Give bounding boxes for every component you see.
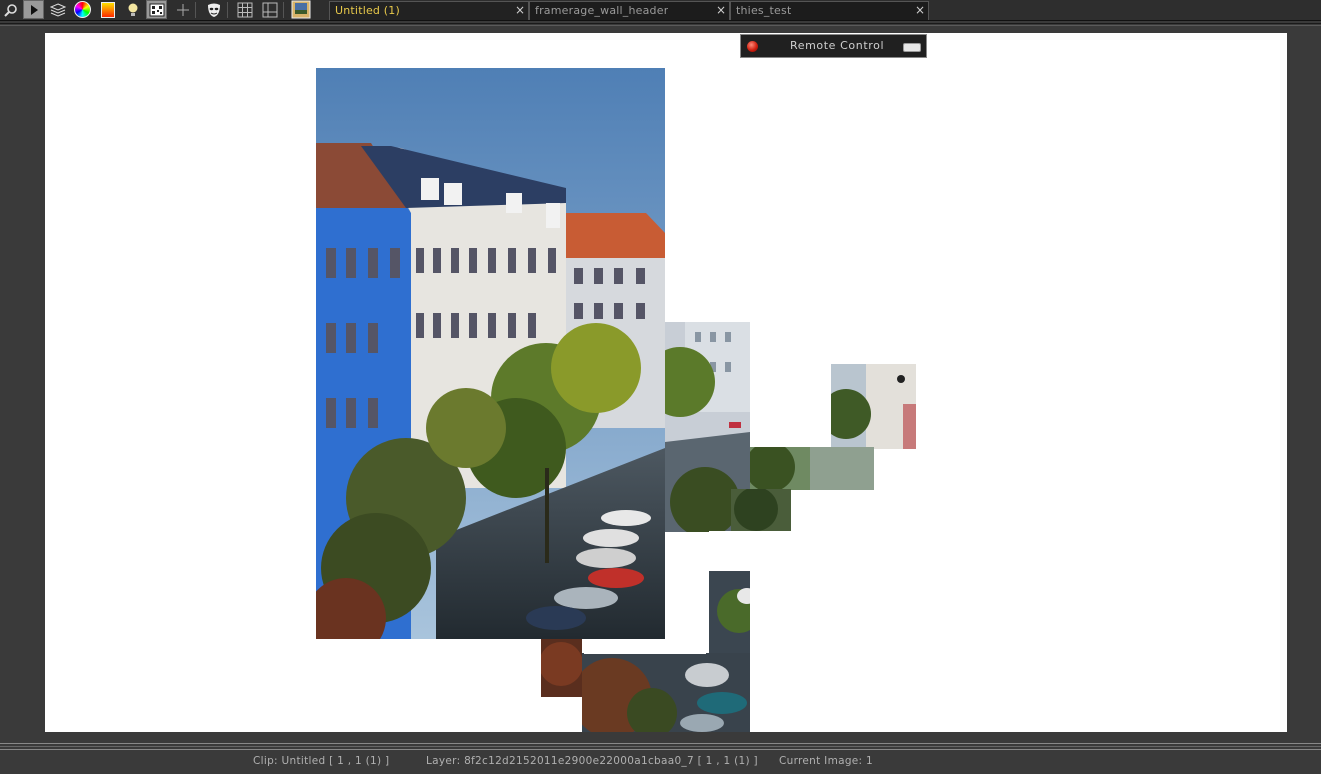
status-separator bbox=[0, 741, 1321, 753]
move-arrows-icon[interactable] bbox=[172, 0, 193, 19]
minimize-button[interactable] bbox=[903, 43, 921, 52]
canvas-gap bbox=[584, 639, 706, 654]
tab-untitled[interactable]: Untitled (1) × bbox=[329, 1, 529, 20]
color-wheel-icon[interactable] bbox=[72, 0, 93, 19]
qr-code-icon[interactable] bbox=[146, 0, 167, 19]
canvas-gap bbox=[541, 697, 582, 732]
status-led-icon bbox=[747, 41, 758, 52]
layers-stack-icon[interactable] bbox=[47, 0, 68, 19]
mask-face-icon[interactable] bbox=[203, 0, 224, 19]
tab-label: Untitled (1) bbox=[335, 4, 400, 17]
photo-piece-strip[interactable] bbox=[750, 447, 874, 490]
close-icon[interactable]: × bbox=[716, 2, 726, 19]
toolbar: Untitled (1) × framerage_wall_header × t… bbox=[0, 0, 1321, 21]
pointer-arrow-icon[interactable] bbox=[23, 0, 44, 19]
photo-piece-bottom-left[interactable] bbox=[541, 639, 582, 697]
toolbar-divider bbox=[195, 2, 196, 18]
close-icon[interactable]: × bbox=[915, 2, 925, 19]
remote-control-label: Remote Control bbox=[790, 39, 885, 52]
grid-icon[interactable] bbox=[234, 0, 255, 19]
magnifier-icon[interactable] bbox=[0, 0, 21, 19]
canvas-gap bbox=[665, 615, 706, 640]
status-current-image: Current Image: 1 bbox=[779, 755, 874, 767]
toolbar-divider bbox=[227, 2, 228, 18]
tab-label: framerage_wall_header bbox=[535, 4, 669, 17]
status-layer: Layer: 8f2c12d2152011e2900e22000a1cbaa0_… bbox=[426, 755, 758, 767]
remote-control-panel[interactable]: Remote Control bbox=[740, 34, 927, 58]
close-icon[interactable]: × bbox=[515, 2, 525, 19]
tab-label: thies_test bbox=[736, 4, 792, 17]
photo-piece-tree[interactable] bbox=[731, 489, 791, 531]
canvas[interactable] bbox=[45, 33, 1287, 732]
lightbulb-icon[interactable] bbox=[122, 0, 143, 19]
framed-picture-icon[interactable] bbox=[290, 0, 311, 19]
photo-piece-far-right[interactable] bbox=[831, 364, 916, 449]
status-clip: Clip: Untitled [ 1 , 1 (1) ] bbox=[253, 755, 390, 767]
photo-main-piece[interactable] bbox=[316, 68, 665, 639]
status-bar: Clip: Untitled [ 1 , 1 (1) ] Layer: 8f2c… bbox=[0, 753, 1321, 774]
toolbar-divider bbox=[283, 2, 284, 18]
tab-framerage-wall-header[interactable]: framerage_wall_header × bbox=[529, 1, 730, 20]
tab-thies-test[interactable]: thies_test × bbox=[730, 1, 929, 20]
toolbar-separator bbox=[0, 21, 1321, 31]
frame-icon[interactable] bbox=[259, 0, 280, 19]
gradient-swatch-icon[interactable] bbox=[97, 0, 118, 19]
photo-piece-bottom-cars[interactable] bbox=[582, 653, 750, 732]
canvas-gap bbox=[709, 531, 750, 571]
